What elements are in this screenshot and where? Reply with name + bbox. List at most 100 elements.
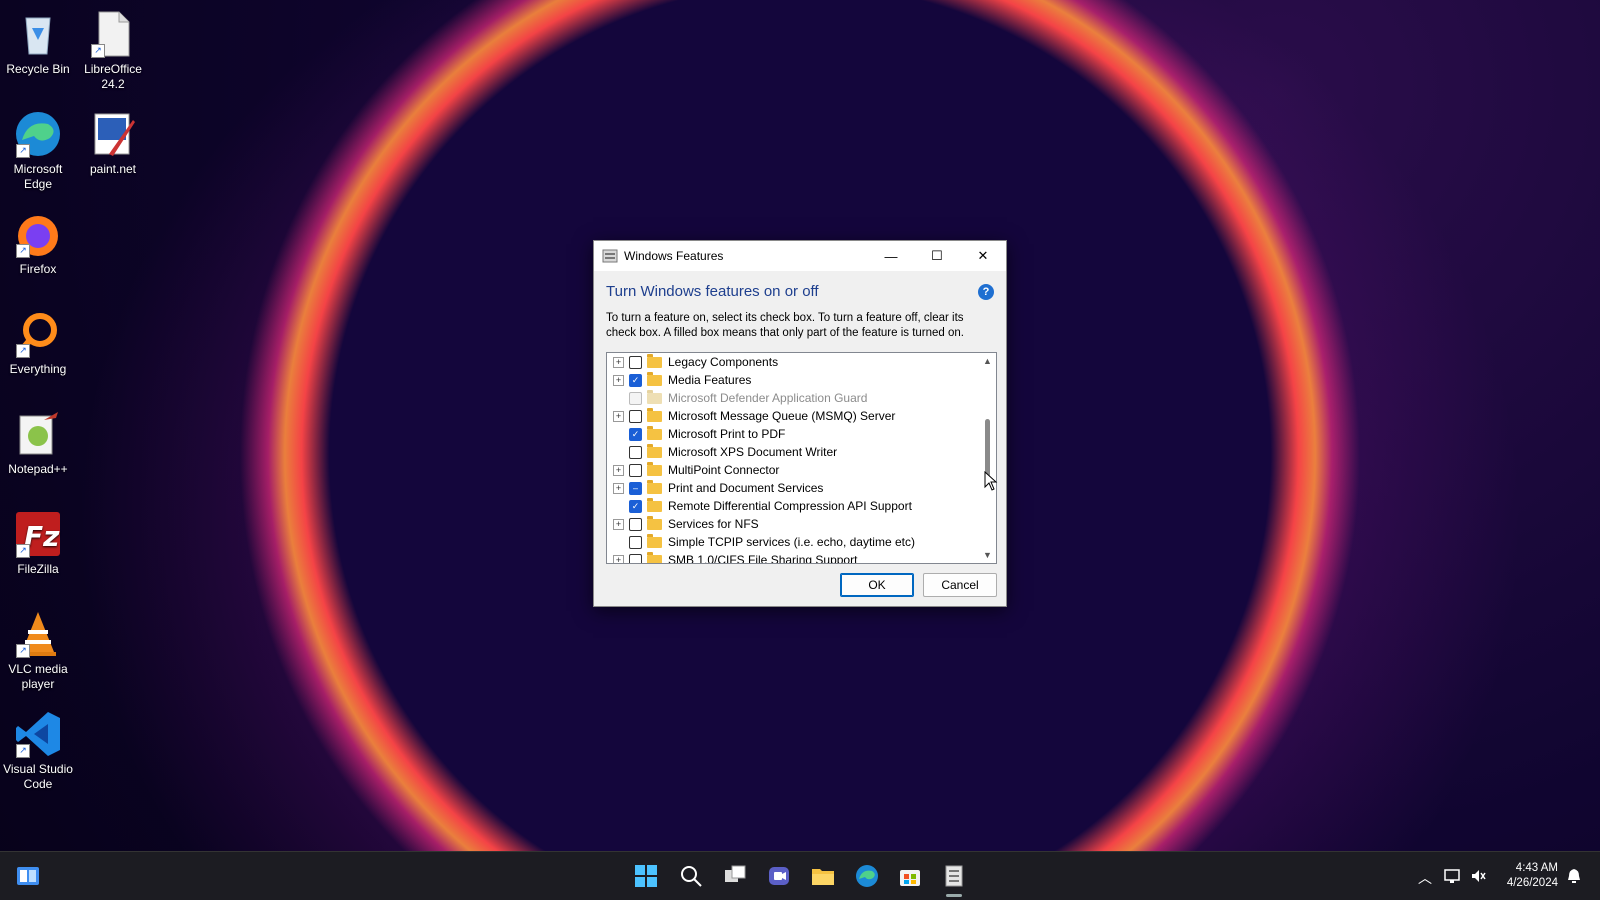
desktop-icon-everything[interactable]: ↗ Everything	[0, 304, 76, 377]
close-button[interactable]: ✕	[960, 241, 1006, 271]
expand-icon[interactable]: +	[613, 356, 624, 368]
desktop-icon-recycle-bin[interactable]: Recycle Bin	[0, 4, 76, 77]
feature-checkbox[interactable]	[629, 463, 642, 477]
folder-icon	[647, 479, 662, 494]
feature-checkbox[interactable]: ✓	[629, 373, 642, 387]
dialog-description: To turn a feature on, select its check b…	[606, 312, 964, 339]
feature-label: Services for NFS	[668, 517, 759, 531]
mouse-cursor-icon	[984, 470, 998, 496]
minimize-button[interactable]: —	[868, 241, 914, 271]
feature-label: MultiPoint Connector	[668, 463, 780, 477]
feature-checkbox[interactable]	[629, 409, 642, 423]
scroll-thumb[interactable]	[985, 419, 990, 477]
desktop-icon-notepadpp[interactable]: Notepad++	[0, 404, 76, 477]
desktop-icon-label: Recycle Bin	[6, 62, 70, 76]
file-explorer-icon[interactable]	[811, 864, 835, 888]
vlc-icon: ↗	[14, 610, 62, 658]
task-view-icon[interactable]	[723, 864, 747, 888]
feature-checkbox[interactable]: ✓	[629, 499, 642, 513]
folder-icon	[647, 443, 662, 458]
expand-icon[interactable]: +	[613, 554, 624, 563]
feature-label: SMB 1.0/CIFS File Sharing Support	[668, 553, 858, 564]
feature-row[interactable]: + Legacy Components	[607, 353, 996, 371]
start-icon[interactable]	[634, 864, 658, 888]
scroll-down-icon[interactable]: ▼	[983, 550, 992, 560]
feature-row[interactable]: + Microsoft Message Queue (MSMQ) Server	[607, 407, 996, 425]
store-icon[interactable]	[898, 864, 922, 888]
cancel-button[interactable]: Cancel	[923, 573, 997, 597]
taskbar: ︿ 4:43 AM 4/26/2024	[0, 851, 1600, 900]
search-icon[interactable]	[679, 864, 703, 888]
feature-checkbox[interactable]	[629, 535, 642, 549]
desktop-icon-label: VLC media player	[8, 662, 68, 691]
feature-row[interactable]: + – Print and Document Services	[607, 479, 996, 497]
feature-checkbox	[629, 391, 642, 405]
feature-row[interactable]: Microsoft XPS Document Writer	[607, 443, 996, 461]
clock-time: 4:43 AM	[1515, 862, 1558, 874]
taskbar-clock[interactable]: 4:43 AM 4/26/2024	[1488, 861, 1558, 891]
desktop-icon-edge[interactable]: ↗ Microsoft Edge	[0, 104, 76, 192]
feature-label: Media Features	[668, 373, 752, 387]
expand-icon[interactable]: +	[613, 482, 624, 494]
desktop-icon-paintnet[interactable]: paint.net	[75, 104, 151, 177]
feature-checkbox[interactable]: –	[629, 481, 642, 495]
clock-date: 4/26/2024	[1506, 877, 1558, 889]
chevron-up-icon[interactable]: ︿	[1418, 868, 1432, 888]
shortcut-arrow-icon: ↗	[91, 44, 105, 58]
expand-icon[interactable]: +	[613, 518, 624, 530]
expand-icon[interactable]: +	[613, 374, 624, 386]
everything-icon: ↗	[14, 310, 62, 358]
feature-row[interactable]: + MultiPoint Connector	[607, 461, 996, 479]
desktop-icon-vscode[interactable]: ↗ Visual Studio Code	[0, 704, 76, 792]
folder-icon	[647, 515, 662, 530]
tree-scrollbar[interactable]: ▲ ▼	[979, 353, 996, 563]
desktop-icon-label: Visual Studio Code	[3, 762, 73, 791]
maximize-button[interactable]: ☐	[914, 241, 960, 271]
feature-row[interactable]: ✓ Remote Differential Compression API Sup…	[607, 497, 996, 515]
feature-checkbox[interactable]	[629, 445, 642, 459]
desktop-icon-filezilla[interactable]: Fz ↗ FileZilla	[0, 504, 76, 577]
ok-button[interactable]: OK	[840, 573, 914, 597]
feature-label: Remote Differential Compression API Supp…	[668, 499, 912, 513]
widgets-icon[interactable]	[16, 864, 40, 888]
dialog-heading: Turn Windows features on or off	[606, 283, 819, 300]
scroll-up-icon[interactable]: ▲	[983, 356, 992, 366]
notifications-icon[interactable]	[1566, 868, 1582, 887]
expand-icon[interactable]: +	[613, 410, 624, 422]
dialog-titlebar[interactable]: Windows Features — ☐ ✕	[594, 241, 1006, 271]
filezilla-icon: Fz ↗	[14, 510, 62, 558]
close-icon: ✕	[977, 248, 989, 263]
feature-row[interactable]: Simple TCPIP services (i.e. echo, daytim…	[607, 533, 996, 551]
minimize-icon: —	[884, 248, 898, 264]
windows-features-icon	[602, 248, 618, 264]
volume-muted-icon[interactable]	[1470, 868, 1486, 887]
edge-icon[interactable]	[855, 864, 879, 888]
desktop-icon-vlc[interactable]: ↗ VLC media player	[0, 604, 76, 692]
feature-row[interactable]: + ✓ Media Features	[607, 371, 996, 389]
help-icon[interactable]: ?	[978, 283, 994, 300]
folder-icon	[647, 389, 662, 404]
folder-icon	[647, 497, 662, 512]
shortcut-arrow-icon: ↗	[16, 244, 30, 258]
features-list: + Legacy Components + ✓ Media Features Micros…	[607, 353, 996, 564]
folder-icon	[647, 425, 662, 440]
feature-checkbox[interactable]: ✓	[629, 427, 642, 441]
desktop-icon-libreoffice[interactable]: ↗ LibreOffice 24.2	[75, 4, 151, 92]
expand-icon[interactable]: +	[613, 464, 624, 476]
meet-icon[interactable]	[767, 864, 791, 888]
folder-icon	[647, 353, 662, 368]
feature-checkbox[interactable]	[629, 355, 642, 369]
feature-row[interactable]: ✓ Microsoft Print to PDF	[607, 425, 996, 443]
shortcut-arrow-icon: ↗	[16, 644, 30, 658]
dialog-title: Windows Features	[624, 249, 724, 263]
feature-checkbox[interactable]	[629, 517, 642, 531]
paintnet-icon	[89, 110, 137, 158]
feature-checkbox[interactable]	[629, 553, 642, 563]
features-tree[interactable]: + Legacy Components + ✓ Media Features Micros…	[606, 352, 997, 564]
network-icon[interactable]	[1444, 868, 1460, 887]
feature-row[interactable]: + Services for NFS	[607, 515, 996, 533]
desktop-icon-firefox[interactable]: ↗ Firefox	[0, 204, 76, 277]
windows-features-icon[interactable]	[942, 864, 966, 897]
feature-row[interactable]: Microsoft Defender Application Guard	[607, 389, 996, 407]
feature-row[interactable]: + SMB 1.0/CIFS File Sharing Support	[607, 551, 996, 564]
